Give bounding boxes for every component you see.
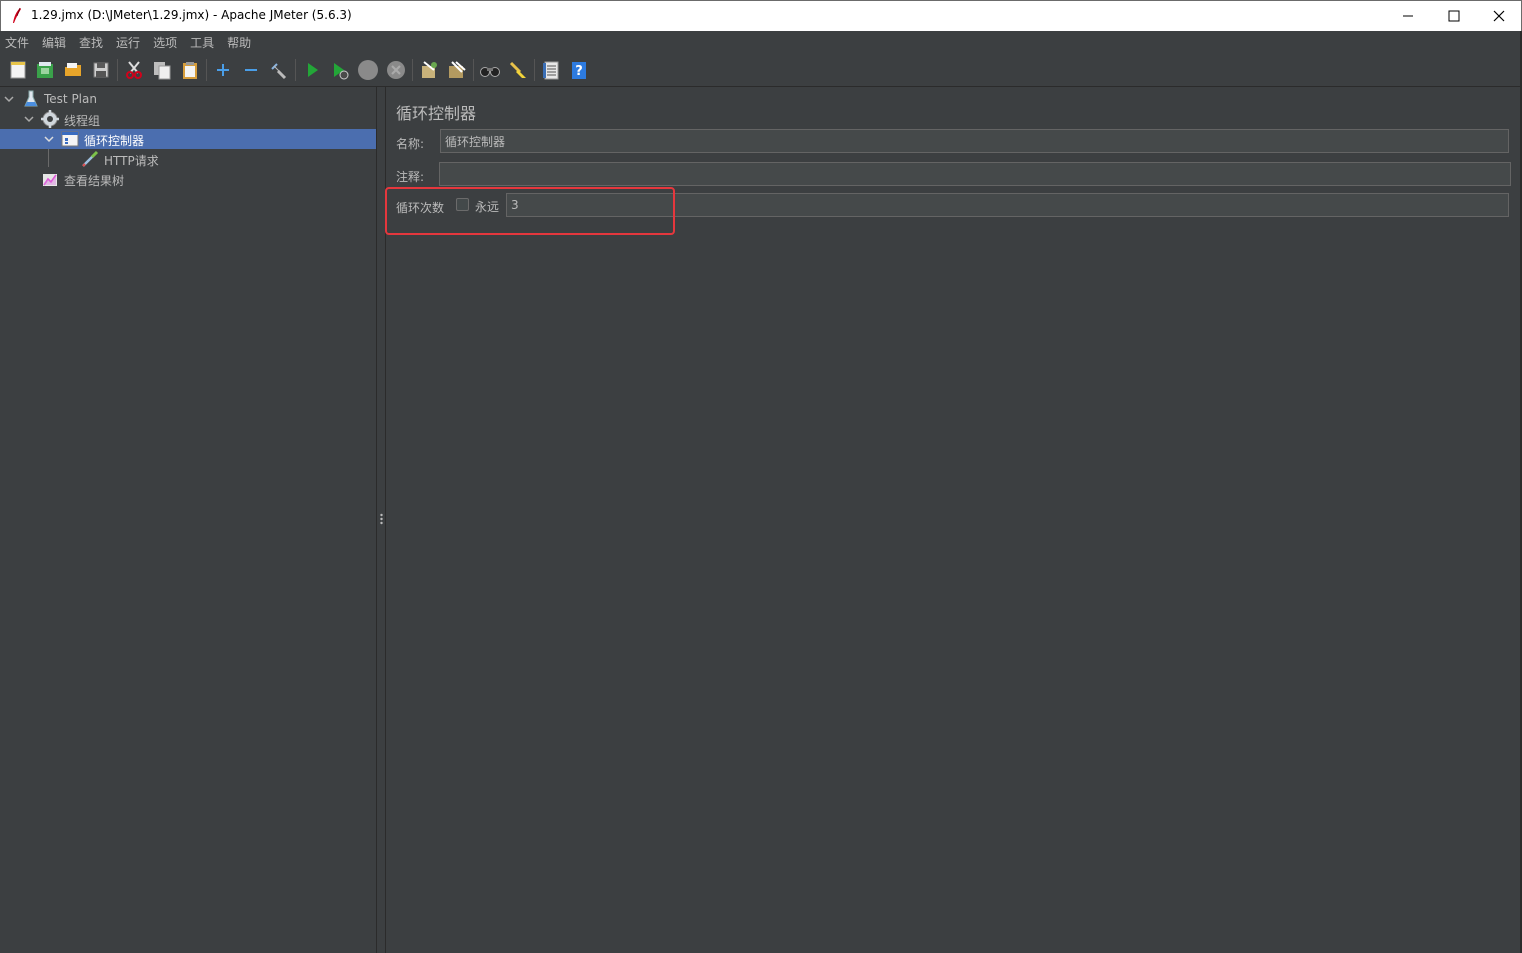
reset-search-icon[interactable] <box>507 59 529 81</box>
window-title: 1.29.jmx (D:\JMeter\1.29.jmx) - Apache J… <box>31 8 352 22</box>
loop-controller-icon <box>61 130 79 148</box>
tree-item-label: 查看结果树 <box>64 174 125 188</box>
tree-item-view-results-tree[interactable]: 查看结果树 <box>0 169 376 189</box>
name-label: 名称: <box>396 137 425 151</box>
clear-icon[interactable] <box>418 59 440 81</box>
tree-item-thread-group[interactable]: 线程组 <box>0 109 376 129</box>
cut-icon[interactable] <box>123 59 145 81</box>
menu-search[interactable]: 查找 <box>79 33 103 51</box>
menu-run[interactable]: 运行 <box>116 33 140 51</box>
jmeter-feather-icon <box>11 7 23 25</box>
window-titlebar: 1.29.jmx (D:\JMeter\1.29.jmx) - Apache J… <box>0 0 1522 31</box>
start-icon[interactable] <box>301 59 323 81</box>
test-plan-tree: Test Plan 线程组 循环控制器 HTTP请求 查看结果树 <box>0 87 377 953</box>
menu-bar: 文件 编辑 查找 运行 选项 工具 帮助 <box>0 31 1522 53</box>
tree-item-label: 循环控制器 <box>84 134 145 148</box>
tree-item-label: Test Plan <box>44 92 97 106</box>
start-no-pause-icon[interactable] <box>329 59 351 81</box>
templates-icon[interactable] <box>34 59 56 81</box>
copy-icon[interactable] <box>151 59 173 81</box>
tree-item-test-plan[interactable]: Test Plan <box>0 89 376 109</box>
gear-icon <box>41 110 59 128</box>
menu-options[interactable]: 选项 <box>153 33 177 51</box>
chevron-down-icon[interactable] <box>4 94 14 104</box>
minimize-button[interactable] <box>1385 1 1431 31</box>
svg-text:?: ? <box>575 64 583 79</box>
search-icon[interactable] <box>479 59 501 81</box>
graph-icon <box>41 170 59 188</box>
menu-file[interactable]: 文件 <box>5 33 29 51</box>
menu-help[interactable]: 帮助 <box>227 33 251 51</box>
paste-icon[interactable] <box>179 59 201 81</box>
expand-icon[interactable] <box>212 59 234 81</box>
tree-item-loop-controller[interactable]: 循环控制器 <box>0 129 376 149</box>
comment-field[interactable] <box>439 162 1511 186</box>
pipette-icon <box>81 150 99 168</box>
chevron-down-icon[interactable] <box>24 114 34 124</box>
collapse-icon[interactable] <box>240 59 262 81</box>
maximize-button[interactable] <box>1431 1 1477 31</box>
new-icon[interactable] <box>7 59 29 81</box>
close-button[interactable] <box>1476 1 1522 31</box>
save-icon[interactable] <box>90 59 112 81</box>
toggle-icon[interactable] <box>268 59 290 81</box>
drag-handle-icon[interactable] <box>380 513 383 525</box>
comment-label: 注释: <box>396 170 425 184</box>
tree-item-http-request[interactable]: HTTP请求 <box>0 149 376 169</box>
stop-icon[interactable] <box>357 59 379 81</box>
function-helper-icon[interactable] <box>540 59 562 81</box>
panel-title: 循环控制器 <box>396 104 477 123</box>
tree-item-label: HTTP请求 <box>104 154 159 168</box>
clear-all-icon[interactable] <box>446 59 468 81</box>
test-plan-icon <box>22 90 40 108</box>
menu-tools[interactable]: 工具 <box>190 33 214 51</box>
toolbar: ? <box>0 53 1522 87</box>
chevron-down-icon[interactable] <box>44 134 54 144</box>
name-field[interactable] <box>440 129 1509 153</box>
menu-edit[interactable]: 编辑 <box>42 33 66 51</box>
highlight-annotation <box>385 187 675 235</box>
loop-controller-panel: 循环控制器 名称: 注释: 循环次数 永远 <box>385 87 1522 953</box>
help-icon[interactable]: ? <box>568 59 590 81</box>
shutdown-icon[interactable] <box>385 59 407 81</box>
open-icon[interactable] <box>62 59 84 81</box>
tree-item-label: 线程组 <box>64 114 101 128</box>
